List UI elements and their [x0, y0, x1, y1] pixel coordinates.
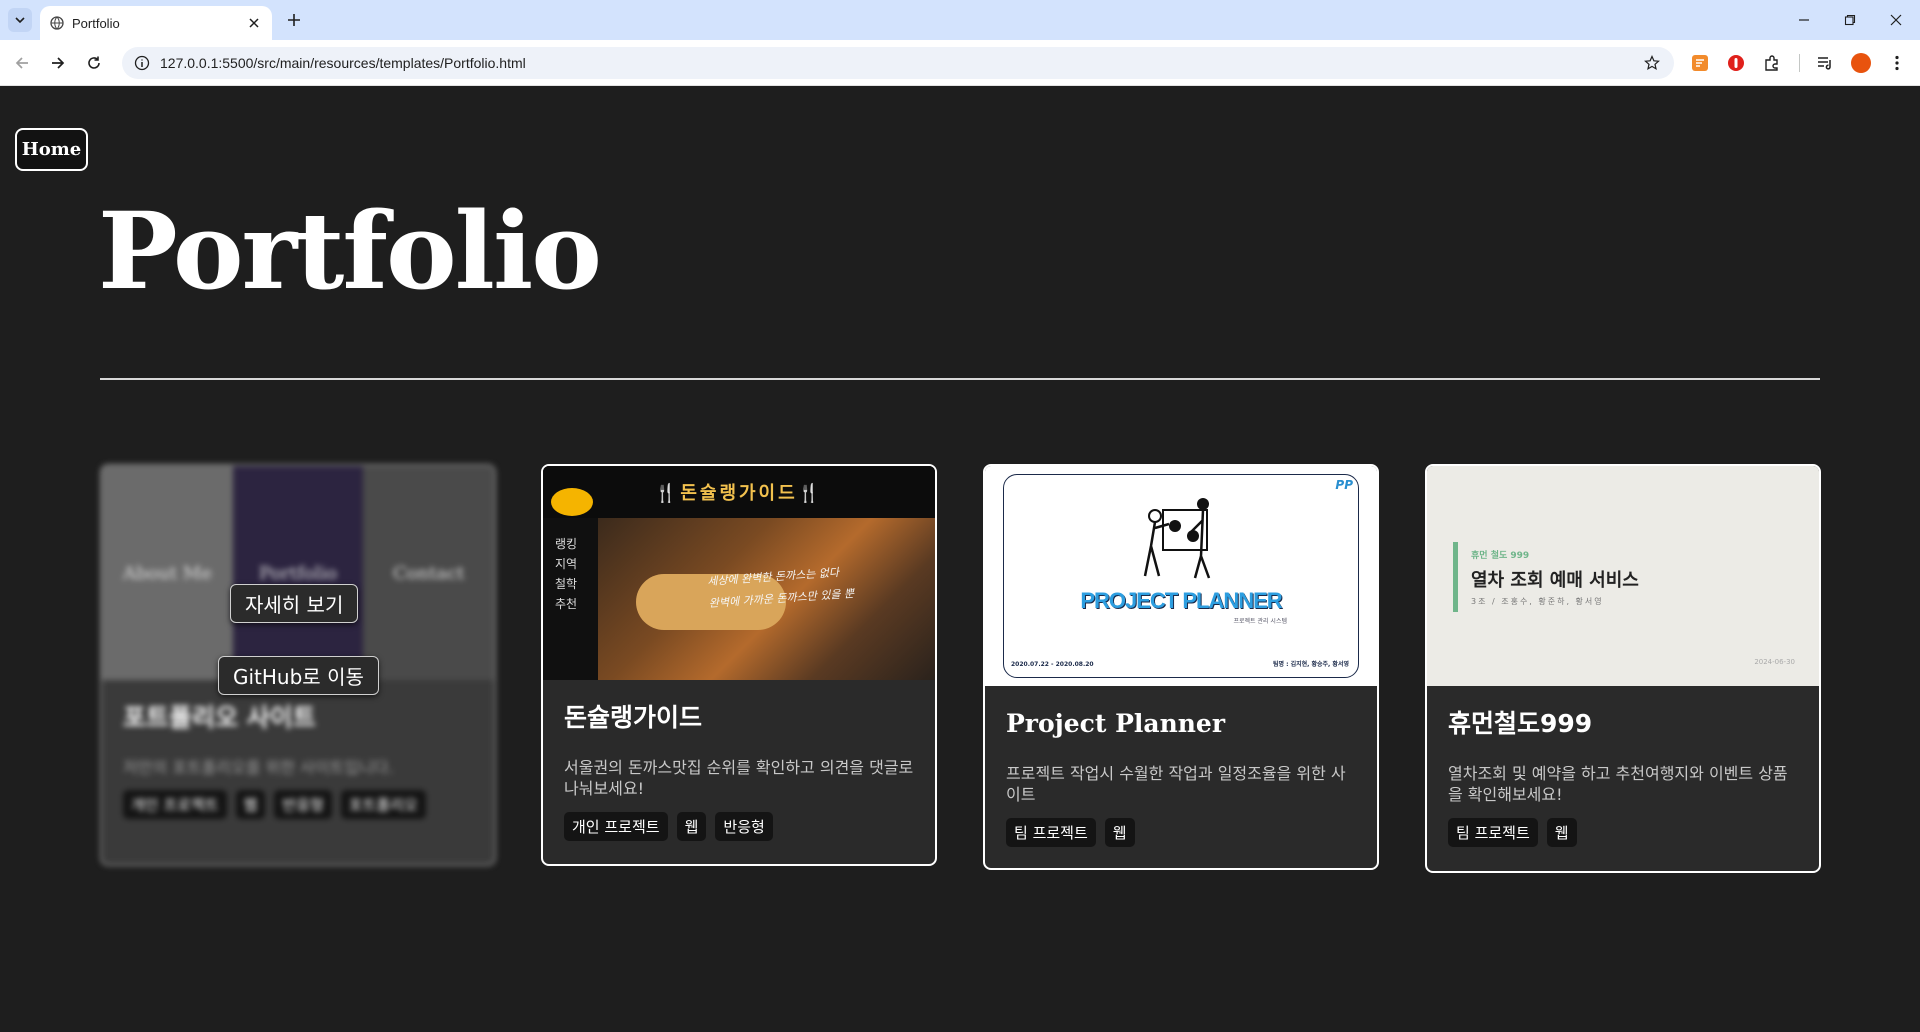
thumb-accent-bar [1453, 542, 1458, 612]
thumb-header: 🍴돈슐랭가이드🍴 [543, 466, 935, 518]
bookmark-star-icon[interactable] [1640, 51, 1664, 75]
card-tags: 팀 프로젝트 웹 [1006, 817, 1357, 847]
thumb-portfolio-panel: Portfolio [232, 466, 364, 680]
card-tags: 팀 프로젝트 웹 [1448, 817, 1799, 847]
thumb-menu-item: 지역 [555, 557, 578, 571]
project-card-planner[interactable]: PP PROJECT PLANNER 프로젝트 관리 시스템 2020.07.2… [983, 464, 1379, 870]
thumb-label: Portfolio [259, 562, 337, 584]
minimize-icon [1799, 19, 1809, 21]
thumb-food-photo: 세상에 완벽한 돈까스는 없다 완벽에 가까운 돈까스만 있을 뿐 [598, 518, 935, 680]
tag: 반응형 [274, 790, 332, 820]
more-menu-icon[interactable] [1886, 52, 1908, 74]
title-divider [100, 378, 1820, 380]
reload-button[interactable] [82, 51, 106, 75]
home-button[interactable]: Home [15, 128, 88, 171]
forward-button[interactable] [46, 51, 70, 75]
thumb-small-title: 휴먼 철도 999 [1471, 551, 1530, 561]
card-title: Project Planner [1006, 709, 1225, 738]
thumb-title: 열차 조회 예매 서비스 [1471, 570, 1639, 591]
card-tags: 개인 프로젝트 웹 반응형 [564, 811, 915, 841]
thumb-logo [551, 488, 593, 516]
thumb-title: 🍴돈슐랭가이드🍴 [654, 483, 824, 504]
thumb-contact-panel: Contact [363, 466, 494, 680]
thumb-label: Contact [392, 562, 465, 584]
github-link-button[interactable]: GitHub로 이동 [218, 656, 379, 695]
card-title: 돈슐랭가이드 [564, 703, 703, 732]
thumb-date: 2020.07.22 - 2020.08.20 [1011, 661, 1094, 668]
arrow-right-icon [52, 57, 65, 69]
thumb-caption: 세상에 완벽한 돈까스는 없다 완벽에 가까운 돈까스만 있을 뿐 [707, 561, 855, 615]
thumb-subtitle: 3조 / 조홍수, 황준하, 황서영 [1471, 597, 1604, 606]
project-card-railway[interactable]: 휴먼 철도 999 열차 조회 예매 서비스 3조 / 조홍수, 황준하, 황서… [1425, 464, 1821, 873]
card-thumbnail: 휴먼 철도 999 열차 조회 예매 서비스 3조 / 조홍수, 황준하, 황서… [1427, 466, 1819, 686]
restore-button[interactable] [1838, 8, 1862, 32]
toolbar-separator [1799, 54, 1800, 72]
globe-icon [50, 16, 64, 30]
thumb-team: 팀명 : 김지현, 황승주, 황서영 [1272, 661, 1349, 668]
card-description: 서울권의 돈까스맛집 순위를 확인하고 의견을 댓글로 나눠보세요! [564, 757, 914, 799]
close-tab-icon[interactable] [246, 15, 262, 31]
thumb-menu-item: 철학 [555, 577, 578, 591]
card-description: 저만의 포트폴리오를 위한 사이트입니다. [123, 757, 394, 777]
card-title: 휴먼철도999 [1448, 709, 1593, 738]
project-card-donchelin[interactable]: 🍴돈슐랭가이드🍴 랭킹 지역 철학 추천 세상에 완벽한 돈까스는 없다 완벽에… [541, 464, 937, 866]
new-tab-button[interactable] [282, 8, 306, 32]
tab-title: Portfolio [72, 15, 120, 31]
tag: 웹 [1104, 817, 1135, 847]
tag: 웹 [676, 811, 707, 841]
card-title: 포트폴리오 사이트 [123, 703, 316, 732]
card-description: 프로젝트 작업시 수월한 작업과 일정조율을 위한 사이트 [1006, 763, 1346, 805]
card-thumbnail: About Me Portfolio Contact [102, 466, 494, 680]
media-queue-icon[interactable] [1814, 52, 1836, 74]
arrow-left-icon [15, 57, 28, 69]
thumb-about-panel: About Me [102, 466, 233, 680]
restore-icon [1844, 14, 1856, 26]
profile-avatar[interactable] [1850, 52, 1872, 74]
minimize-button[interactable] [1792, 8, 1816, 32]
close-window-button[interactable] [1884, 8, 1908, 32]
thumb-date: 2024-06-30 [1754, 658, 1795, 666]
card-description: 열차조회 및 예약을 하고 추천여행지와 이벤트 상품을 확인해보세요! [1448, 763, 1788, 805]
chevron-down-icon [15, 17, 25, 24]
tag: 개인 프로젝트 [123, 790, 227, 820]
reload-icon [88, 56, 100, 69]
thumb-title: PROJECT PLANNER [1080, 588, 1282, 613]
browser-toolbar: 127.0.0.1:5500/src/main/resources/templa… [0, 40, 1920, 86]
plus-icon [288, 14, 300, 26]
tag: 팀 프로젝트 [1006, 817, 1096, 847]
extension-adblock-icon[interactable] [1725, 52, 1747, 74]
tag: 반응형 [715, 811, 773, 841]
thumb-label: About Me [122, 562, 212, 584]
tag: 웹 [1546, 817, 1577, 847]
info-icon [134, 55, 150, 71]
address-bar[interactable]: 127.0.0.1:5500/src/main/resources/templa… [122, 47, 1674, 79]
back-button[interactable] [10, 51, 34, 75]
thumb-subtitle: 프로젝트 관리 시스템 [1233, 618, 1288, 625]
extensions-puzzle-icon[interactable] [1761, 52, 1783, 74]
thumb-logo: PP [1335, 478, 1353, 492]
thumb-menu-item: 추천 [555, 597, 578, 611]
page-viewport: Home Portfolio About Me Portfolio Contac… [0, 87, 1920, 1032]
close-icon [1890, 14, 1902, 26]
thumb-illustration [1143, 498, 1211, 579]
tag: 팀 프로젝트 [1448, 817, 1538, 847]
tag: 포트폴리오 [340, 790, 426, 820]
view-details-button[interactable]: 자세히 보기 [230, 584, 359, 623]
tag: 개인 프로젝트 [564, 811, 668, 841]
thumb-menu-item: 랭킹 [555, 537, 578, 551]
tab-search-button[interactable] [8, 8, 32, 32]
browser-tab-active[interactable]: Portfolio [40, 6, 272, 40]
browser-tabbar: Portfolio [0, 0, 1920, 40]
tag: 웹 [235, 790, 266, 820]
page-title: Portfolio [98, 188, 602, 313]
thumb-menu: 랭킹 지역 철학 추천 [555, 534, 577, 614]
extension-rss-icon[interactable] [1689, 52, 1711, 74]
card-thumbnail: PP PROJECT PLANNER 프로젝트 관리 시스템 2020.07.2… [985, 466, 1377, 686]
url-text: 127.0.0.1:5500/src/main/resources/templa… [160, 55, 526, 71]
card-tags: 개인 프로젝트 웹 반응형 포트폴리오 [123, 790, 474, 820]
card-thumbnail: 🍴돈슐랭가이드🍴 랭킹 지역 철학 추천 세상에 완벽한 돈까스는 없다 완벽에… [543, 466, 935, 680]
